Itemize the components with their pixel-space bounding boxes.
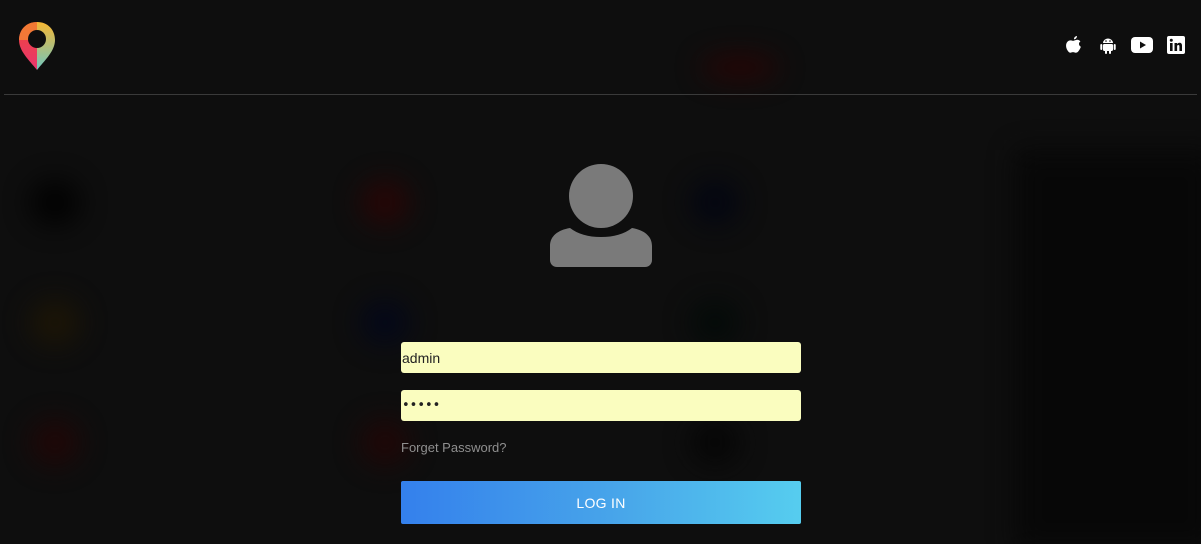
- login-page: Forget Password? LOG IN: [0, 0, 1201, 544]
- header-divider: [4, 94, 1197, 95]
- android-icon[interactable]: [1097, 34, 1119, 56]
- login-button[interactable]: LOG IN: [401, 481, 801, 524]
- map-pin-logo-icon[interactable]: [16, 20, 58, 72]
- user-avatar-icon: [550, 164, 652, 267]
- apple-icon[interactable]: [1063, 34, 1085, 56]
- forgot-password-link[interactable]: Forget Password?: [401, 440, 507, 455]
- linkedin-icon[interactable]: [1165, 34, 1187, 56]
- youtube-icon[interactable]: [1131, 34, 1153, 56]
- username-input[interactable]: [401, 342, 801, 373]
- password-input[interactable]: [401, 390, 801, 421]
- header-bar: [0, 0, 1201, 94]
- social-links: [1063, 34, 1187, 56]
